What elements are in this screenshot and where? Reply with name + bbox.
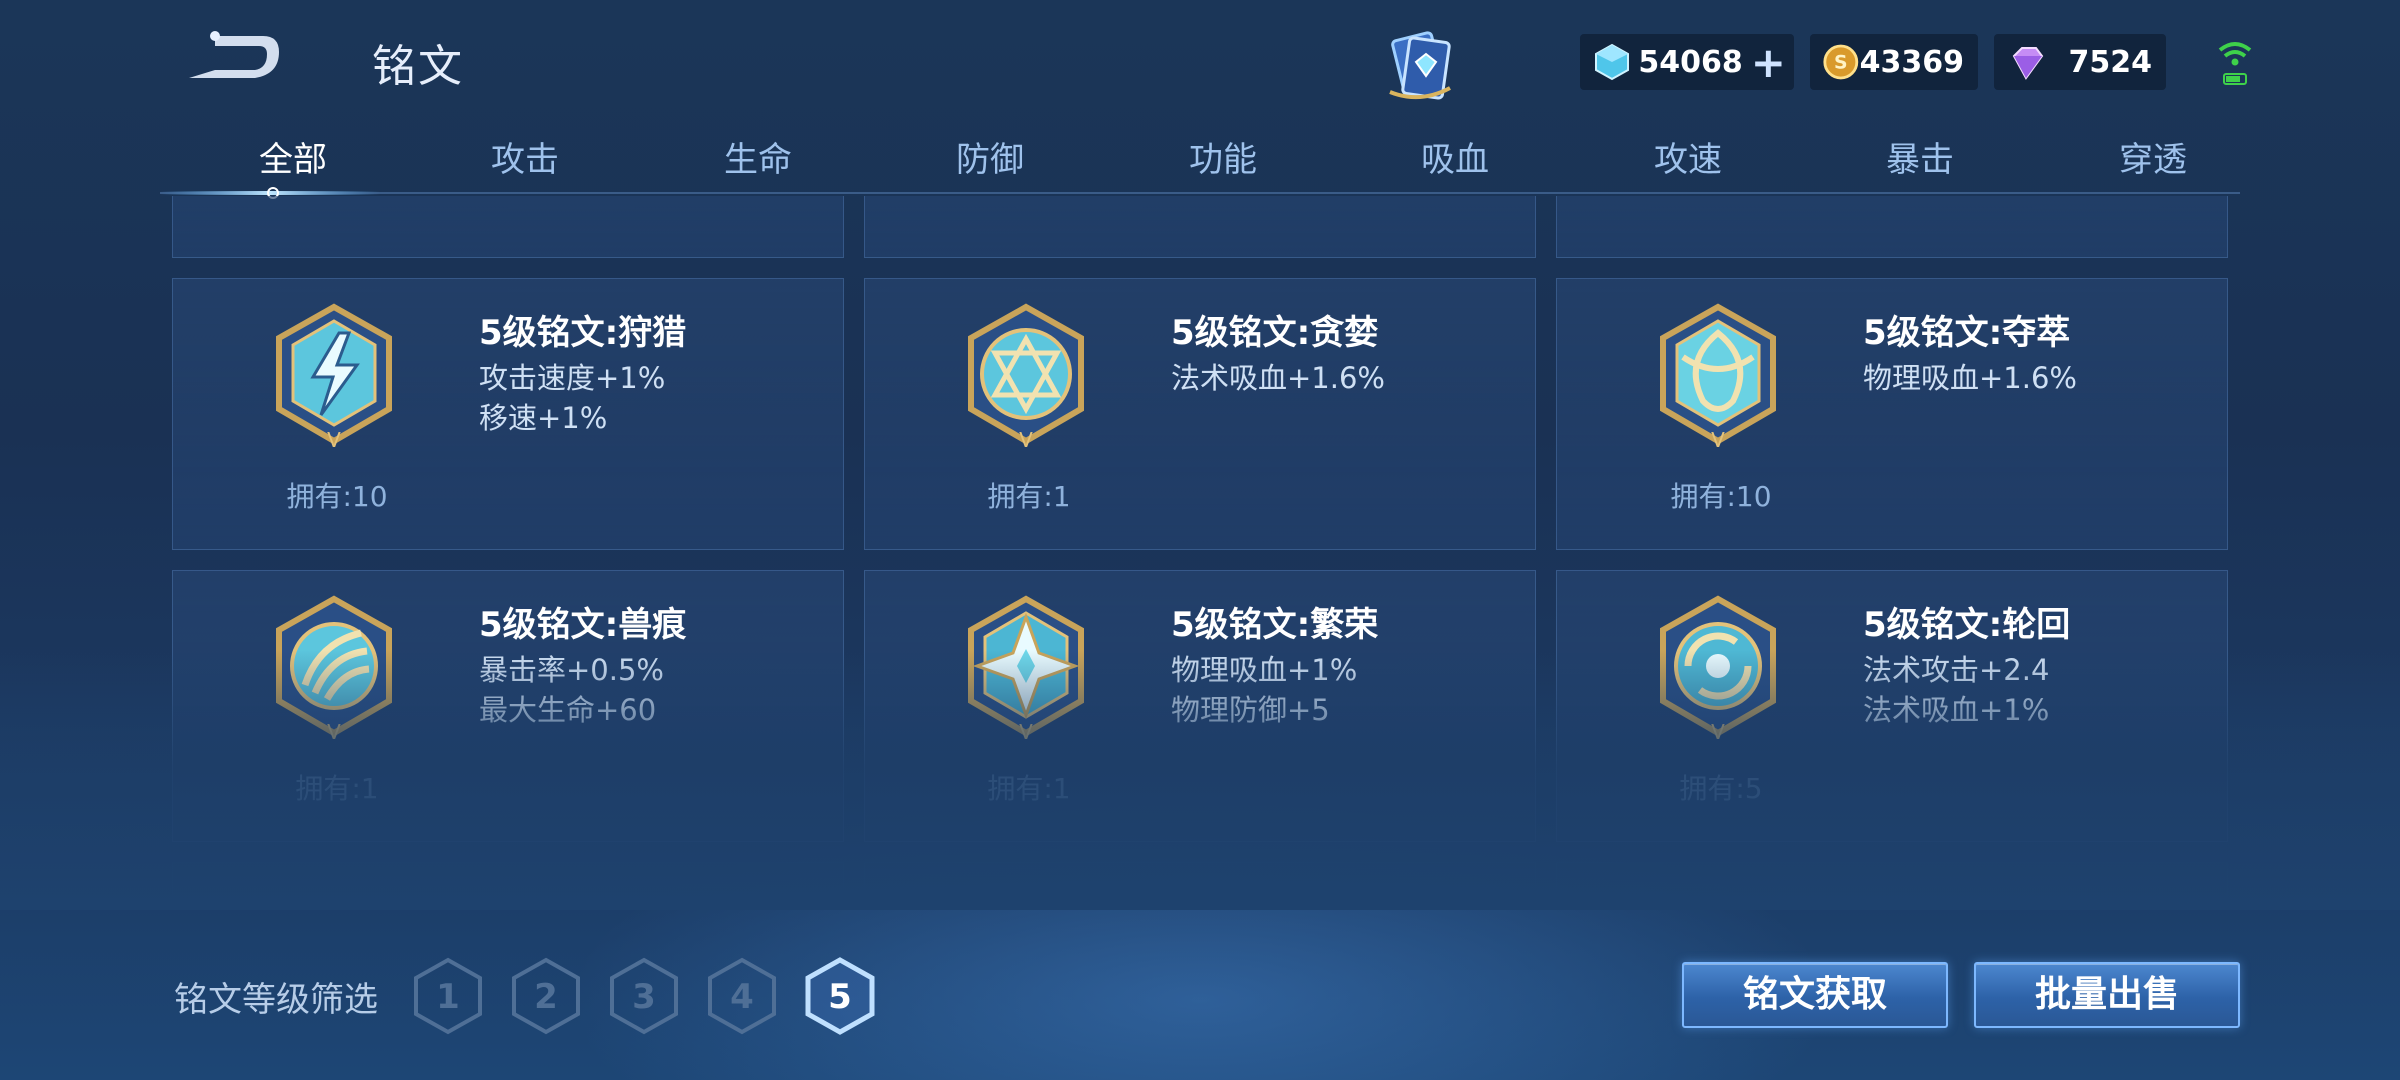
coupon-cube-icon <box>1595 43 1629 81</box>
svg-text:V: V <box>327 720 341 743</box>
level-filter-label: 铭文等级筛选 <box>174 980 378 1020</box>
level-filter-3[interactable]: 3 <box>606 956 682 1036</box>
inscription-card-partial[interactable] <box>1556 862 2228 904</box>
gold-counter: S 43369 <box>1810 34 1978 90</box>
category-tabs: 全部 攻击 生命 防御 功能 吸血 攻速 暴击 穿透 <box>160 132 2240 196</box>
add-coupon-button[interactable]: + <box>1751 38 1786 87</box>
get-inscription-button[interactable]: 铭文获取 <box>1682 962 1948 1028</box>
claw-emblem-icon: V <box>276 595 392 743</box>
bulk-sell-button[interactable]: 批量出售 <box>1974 962 2240 1028</box>
inscription-stat: 暴击率+0.5% <box>479 653 664 687</box>
inscription-card-partial[interactable] <box>864 862 1536 904</box>
svg-text:V: V <box>1711 428 1725 451</box>
page-title: 铭文 <box>372 41 464 92</box>
inscription-list[interactable]: V 5级铭文:狩猎 攻击速度+1% 移速+1% 拥有:10 V 5级铭文:贪婪 … <box>172 196 2228 904</box>
inscription-stat: 法术吸血+1.6% <box>1171 361 1385 395</box>
tab-critical[interactable]: 暴击 <box>1850 132 1990 181</box>
swirl-emblem-icon: V <box>1660 595 1776 743</box>
inscription-stat: 物理防御+5 <box>1171 693 1330 727</box>
knot-emblem-icon: V <box>1660 303 1776 451</box>
owned-count: 拥有:1 <box>295 772 379 805</box>
owned-count: 拥有:1 <box>987 480 1071 513</box>
inscription-stat: 法术吸血+1% <box>1863 693 2050 727</box>
owned-count: 拥有:10 <box>1670 480 1772 513</box>
inscription-card[interactable]: V 5级铭文:轮回 法术攻击+2.4 法术吸血+1% 拥有:5 <box>1556 570 2228 842</box>
tab-attack-speed[interactable]: 攻速 <box>1618 132 1758 181</box>
inscription-card-partial[interactable] <box>864 196 1536 258</box>
svg-text:V: V <box>327 428 341 451</box>
tab-all[interactable]: 全部 <box>223 132 363 181</box>
svg-text:V: V <box>1711 720 1725 743</box>
coupon-counter: 54068 + <box>1580 34 1794 90</box>
level-number: 5 <box>828 977 852 1017</box>
inscription-card-partial[interactable] <box>1556 196 2228 258</box>
gem-value: 7524 <box>2068 44 2153 80</box>
inscription-card[interactable]: V 5级铭文:兽痕 暴击率+0.5% 最大生命+60 拥有:1 <box>172 570 844 842</box>
diamond-icon <box>2012 47 2044 80</box>
level-filter-1[interactable]: 1 <box>410 956 486 1036</box>
lightning-emblem-icon: V <box>276 303 392 451</box>
inscription-stat: 物理吸血+1% <box>1171 653 1358 687</box>
level-number: 4 <box>730 977 754 1017</box>
gem-counter: 7524 <box>1994 34 2166 90</box>
tab-penetration[interactable]: 穿透 <box>2083 132 2223 181</box>
level-filter-5[interactable]: 5 <box>802 956 878 1036</box>
inscription-stat: 攻击速度+1% <box>479 361 666 395</box>
tab-defense[interactable]: 防御 <box>920 132 1060 181</box>
inscription-name: 5级铭文:繁荣 <box>1171 605 1379 645</box>
level-filter-2[interactable]: 2 <box>508 956 584 1036</box>
inscription-card[interactable]: V 5级铭文:繁荣 物理吸血+1% 物理防御+5 拥有:1 <box>864 570 1536 842</box>
inscription-name: 5级铭文:兽痕 <box>479 605 687 645</box>
inscription-stat: 最大生命+60 <box>479 693 657 727</box>
level-number: 1 <box>436 977 460 1017</box>
tab-lifesteal[interactable]: 吸血 <box>1385 132 1525 181</box>
inscription-card-partial[interactable] <box>172 862 844 904</box>
wifi-signal-icon <box>2218 42 2252 85</box>
inscription-stat: 物理吸血+1.6% <box>1863 361 2077 395</box>
inscription-card[interactable]: V 5级铭文:夺萃 物理吸血+1.6% 拥有:10 <box>1556 278 2228 550</box>
inscription-stat: 移速+1% <box>479 401 608 435</box>
inscription-card-partial[interactable] <box>172 196 844 258</box>
coupon-value: 54068 <box>1638 44 1743 80</box>
owned-count: 拥有:5 <box>1679 772 1763 805</box>
svg-text:V: V <box>1019 720 1033 743</box>
level-number: 3 <box>632 977 656 1017</box>
owned-count: 拥有:10 <box>286 480 388 513</box>
svg-text:V: V <box>1019 428 1033 451</box>
crystal-emblem-icon: V <box>968 595 1084 743</box>
gold-coin-icon: S <box>1823 44 1859 80</box>
level-number: 2 <box>534 977 558 1017</box>
level-filter-4[interactable]: 4 <box>704 956 780 1036</box>
inscription-stat: 法术攻击+2.4 <box>1863 653 2050 687</box>
inscription-card[interactable]: V 5级铭文:贪婪 法术吸血+1.6% 拥有:1 <box>864 278 1536 550</box>
inscription-name: 5级铭文:夺萃 <box>1863 313 2071 353</box>
inscription-name: 5级铭文:狩猎 <box>479 313 687 353</box>
owned-count: 拥有:1 <box>987 772 1071 805</box>
star-emblem-icon: V <box>968 303 1084 451</box>
inscription-pack-icon[interactable] <box>1380 26 1460 106</box>
tab-utility[interactable]: 功能 <box>1153 132 1293 181</box>
inscription-name: 5级铭文:贪婪 <box>1171 313 1379 353</box>
svg-text:S: S <box>1834 53 1848 74</box>
tab-attack[interactable]: 攻击 <box>455 132 595 181</box>
back-button[interactable] <box>175 28 285 88</box>
tab-health[interactable]: 生命 <box>688 132 828 181</box>
inscription-card[interactable]: V 5级铭文:狩猎 攻击速度+1% 移速+1% 拥有:10 <box>172 278 844 550</box>
gold-value: 43369 <box>1859 44 1964 80</box>
tab-divider <box>160 192 2240 194</box>
inscription-name: 5级铭文:轮回 <box>1863 605 2071 645</box>
